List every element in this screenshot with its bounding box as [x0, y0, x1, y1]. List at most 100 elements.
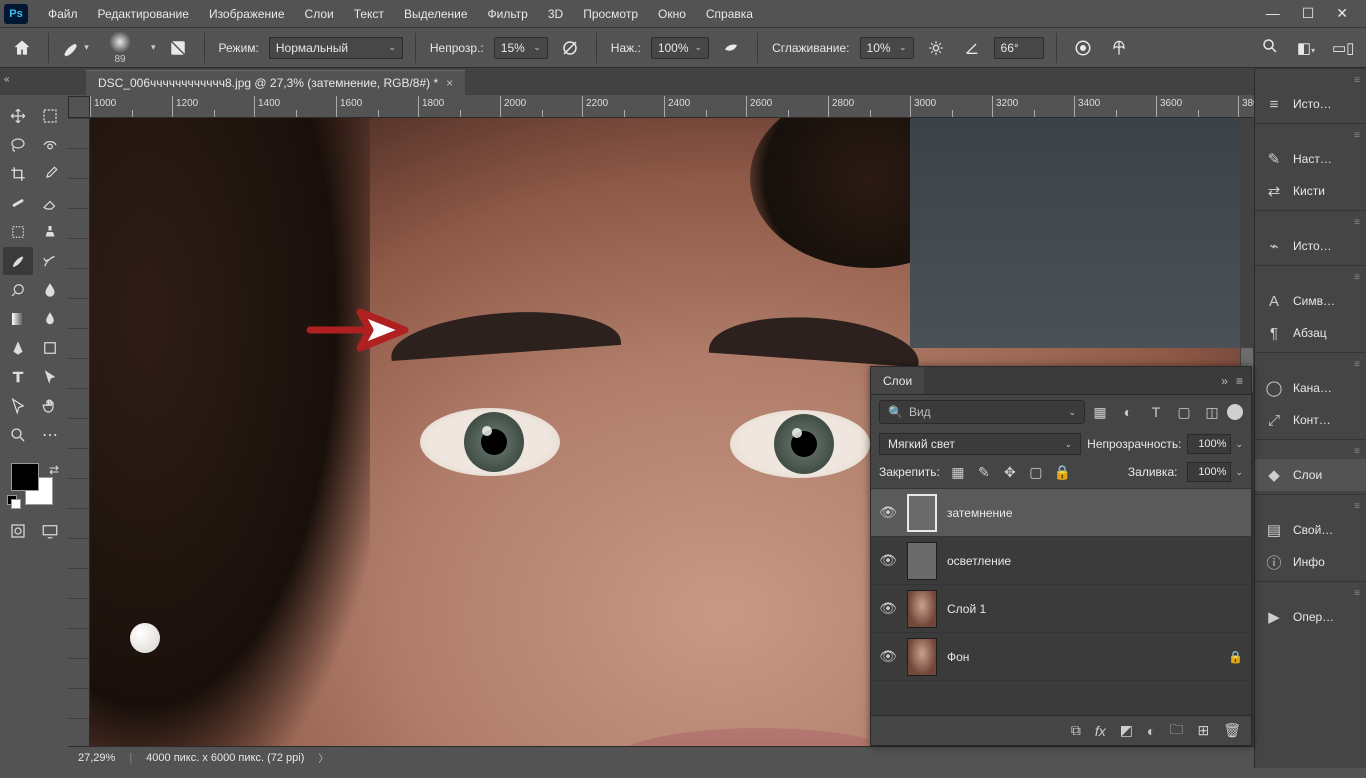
panel-group-menu-icon[interactable]: ≡	[1255, 498, 1366, 514]
panel-tab-исто[interactable]: ≡Исто…	[1255, 88, 1366, 120]
flow-field[interactable]: 100%⌄	[651, 37, 709, 59]
pressure-opacity-icon[interactable]	[556, 34, 584, 62]
layer-row[interactable]: 👁 затемнение	[871, 489, 1251, 537]
close-tab-icon[interactable]: ×	[446, 76, 453, 90]
paint-bucket-tool[interactable]	[35, 305, 65, 333]
panel-tab-симв[interactable]: AСимв…	[1255, 285, 1366, 317]
ruler-origin[interactable]	[68, 96, 90, 118]
dodge-tool[interactable]	[3, 276, 33, 304]
panel-tab-конт[interactable]: ⤢Конт…	[1255, 404, 1366, 436]
lock-artboard-icon[interactable]: ▢	[1028, 464, 1044, 481]
panel-group-menu-icon[interactable]: ≡	[1255, 585, 1366, 601]
share-icon[interactable]: ◧▾	[1296, 39, 1316, 57]
menu-image[interactable]: Изображение	[199, 0, 295, 27]
workspace-switcher-icon[interactable]: ▭▯	[1332, 39, 1352, 57]
tool-preset-brush-icon[interactable]: ▾	[61, 34, 89, 62]
layers-tab[interactable]: Слои	[871, 367, 924, 394]
menu-help[interactable]: Справка	[696, 0, 763, 27]
status-zoom[interactable]: 27,29%	[78, 752, 115, 764]
pen-tool[interactable]	[3, 334, 33, 362]
blend-mode-select[interactable]: Нормальный⌄	[269, 37, 403, 59]
type-tool[interactable]	[3, 363, 33, 391]
layer-thumbnail[interactable]	[907, 494, 937, 532]
spot-heal-tool[interactable]	[3, 189, 33, 217]
panel-tab-кана[interactable]: ◯Кана…	[1255, 372, 1366, 404]
menu-edit[interactable]: Редактирование	[88, 0, 199, 27]
symmetry-icon[interactable]	[1105, 34, 1133, 62]
frame-tool[interactable]	[3, 218, 33, 246]
brush-picker-caret-icon[interactable]: ▾	[151, 42, 156, 53]
layer-row[interactable]: 👁осветление	[871, 537, 1251, 585]
angle-field[interactable]: 66°	[994, 37, 1044, 59]
edit-toolbar-icon[interactable]: ⋯	[35, 421, 65, 449]
panel-tab-кисти[interactable]: ⇄Кисти	[1255, 175, 1366, 207]
brush-settings-icon[interactable]	[164, 34, 192, 62]
layer-opacity-field[interactable]	[1187, 434, 1231, 454]
layer-name[interactable]: Фон	[947, 650, 1218, 664]
lock-transparency-icon[interactable]: ▦	[950, 464, 966, 481]
eyedropper-tool[interactable]	[35, 160, 65, 188]
layer-group-icon[interactable]: 🗀	[1169, 719, 1183, 743]
panel-group-menu-icon[interactable]: ≡	[1255, 356, 1366, 372]
panel-tab-наст[interactable]: ✎Наст…	[1255, 143, 1366, 175]
menu-window[interactable]: Окно	[648, 0, 696, 27]
crop-tool[interactable]	[3, 160, 33, 188]
menu-select[interactable]: Выделение	[394, 0, 478, 27]
menu-file[interactable]: Файл	[38, 0, 88, 27]
search-icon[interactable]	[1260, 37, 1280, 59]
panel-tab-свой[interactable]: ▤Свой…	[1255, 514, 1366, 546]
expand-left-icon[interactable]: «	[4, 74, 10, 85]
window-maximize-icon[interactable]: ☐	[1302, 5, 1315, 22]
move-tool[interactable]	[3, 102, 33, 130]
eraser-tool[interactable]	[35, 189, 65, 217]
layer-name[interactable]: затемнение	[947, 506, 1243, 520]
panel-tab-инфо[interactable]: ⓘИнфо	[1255, 546, 1366, 578]
marquee-tool[interactable]	[35, 102, 65, 130]
menu-3d[interactable]: 3D	[538, 0, 573, 27]
default-colors-icon[interactable]	[7, 495, 21, 509]
path-select-tool[interactable]	[35, 363, 65, 391]
layer-thumbnail[interactable]	[907, 638, 937, 676]
panel-tab-опер[interactable]: ▶Опер…	[1255, 601, 1366, 633]
filter-smart-icon[interactable]: ◫	[1203, 404, 1221, 421]
foreground-color[interactable]	[11, 463, 39, 491]
panel-tab-абзац[interactable]: ¶Абзац	[1255, 317, 1366, 349]
swap-colors-icon[interactable]: ⇄	[49, 463, 59, 477]
brush-tool[interactable]	[3, 247, 33, 275]
visibility-toggle-icon[interactable]: 👁	[879, 600, 897, 617]
link-layers-icon[interactable]: ⧉	[1071, 722, 1081, 739]
smoothing-options-icon[interactable]	[922, 34, 950, 62]
visibility-toggle-icon[interactable]: 👁	[879, 648, 897, 665]
layer-thumbnail[interactable]	[907, 542, 937, 580]
visibility-toggle-icon[interactable]: 👁	[879, 504, 897, 521]
new-layer-icon[interactable]: ⊞	[1197, 722, 1209, 739]
shape-tool[interactable]	[35, 334, 65, 362]
adjustment-layer-icon[interactable]: ◐	[1147, 723, 1155, 739]
panel-group-menu-icon[interactable]: ≡	[1255, 214, 1366, 230]
panel-group-menu-icon[interactable]: ≡	[1255, 443, 1366, 459]
panel-tab-исто[interactable]: ⌁Исто…	[1255, 230, 1366, 262]
panel-group-menu-icon[interactable]: ≡	[1255, 269, 1366, 285]
layer-thumbnail[interactable]	[907, 590, 937, 628]
layer-name[interactable]: Слой 1	[947, 602, 1243, 616]
gradient-tool[interactable]	[3, 305, 33, 333]
window-close-icon[interactable]: ✕	[1336, 5, 1348, 22]
color-swatches[interactable]: ⇄	[7, 463, 61, 509]
brush-preview[interactable]: 89	[97, 31, 143, 65]
window-minimize-icon[interactable]: —	[1266, 5, 1280, 22]
status-menu-icon[interactable]: 〉	[318, 750, 328, 765]
smoothing-field[interactable]: 10%⌄	[860, 37, 914, 59]
layer-mask-icon[interactable]: ◩	[1120, 722, 1133, 739]
hand-tool[interactable]	[35, 392, 65, 420]
quick-mask-icon[interactable]	[3, 517, 33, 545]
menu-layers[interactable]: Слои	[295, 0, 344, 27]
layer-row[interactable]: 👁 Слой 1	[871, 585, 1251, 633]
filter-shape-icon[interactable]: ▢	[1175, 404, 1193, 421]
delete-layer-icon[interactable]: 🗑	[1223, 722, 1241, 739]
home-button[interactable]	[8, 34, 36, 62]
lock-pixels-icon[interactable]: ✎	[976, 464, 992, 481]
screen-mode-icon[interactable]	[35, 517, 65, 545]
panel-tab-слои[interactable]: ◆Слои	[1255, 459, 1366, 491]
menu-view[interactable]: Просмотр	[573, 0, 648, 27]
fill-field[interactable]	[1187, 462, 1231, 482]
